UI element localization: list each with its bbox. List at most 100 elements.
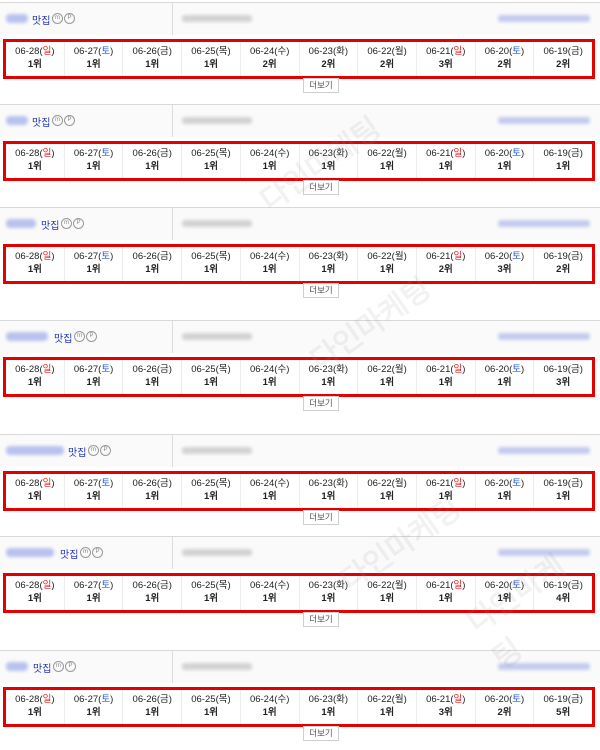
- date-value: 06-19: [543, 364, 568, 375]
- rank-cell: 06-24(수) 2위: [241, 42, 300, 76]
- rank-cell: 06-26(금) 1위: [123, 576, 183, 610]
- more-button[interactable]: 더보기: [303, 283, 339, 298]
- rank-value: 1위: [497, 491, 512, 502]
- rank-cell: 06-23(화) 1위: [300, 690, 359, 724]
- more-button[interactable]: 더보기: [303, 510, 339, 525]
- date-label: 06-19(금): [543, 251, 583, 262]
- blurred-link[interactable]: [498, 333, 590, 340]
- date-value: 06-25: [191, 148, 216, 159]
- keyword-label[interactable]: 맛집: [33, 660, 51, 675]
- date-value: 06-24: [249, 694, 275, 705]
- date-value: 06-23: [308, 251, 333, 262]
- weekday: 일: [42, 580, 52, 591]
- date-label: 06-23(화): [308, 478, 349, 489]
- weekday: 일: [42, 251, 52, 262]
- weekday: 수: [277, 694, 287, 705]
- rank-cell: 06-19(금) 5위: [534, 690, 592, 724]
- blurred-link[interactable]: [498, 15, 590, 22]
- rank-cell: 06-20(토) 1위: [476, 576, 535, 610]
- weekday: 일: [453, 580, 463, 591]
- blurred-link[interactable]: [498, 549, 590, 556]
- date-label: 06-20(토): [484, 251, 525, 262]
- rank-cell: 06-22(월) 1위: [358, 576, 417, 610]
- date-value: 06-26: [132, 148, 157, 159]
- weekday: 토: [512, 580, 521, 591]
- rank-cell: 06-19(금) 3위: [534, 360, 592, 394]
- blurred-link[interactable]: [498, 117, 590, 124]
- date-label: 06-26(금): [132, 364, 172, 375]
- blurred-link[interactable]: [498, 663, 590, 670]
- date-label: 06-25(목): [191, 251, 231, 262]
- more-button[interactable]: 더보기: [303, 612, 339, 627]
- weekday: 월: [394, 46, 404, 57]
- rank-value: 1위: [438, 593, 453, 604]
- place-header: 맛집 m P: [0, 434, 600, 467]
- weekday: 토: [512, 364, 521, 375]
- weekday: 화: [336, 694, 345, 705]
- weekday: 토: [101, 580, 111, 591]
- rank-cell: 06-24(수) 1위: [241, 144, 300, 178]
- weekday: 금: [570, 148, 580, 159]
- date-value: 06-22: [367, 580, 392, 591]
- rank-cell: 06-24(수) 1위: [241, 247, 300, 281]
- date-label: 06-28(일): [15, 364, 55, 375]
- weekday: 월: [394, 478, 404, 489]
- more-button[interactable]: 더보기: [303, 180, 339, 195]
- keyword-label[interactable]: 맛집: [54, 330, 72, 345]
- date-label: 06-26(금): [132, 478, 172, 489]
- rank-value: 1위: [321, 707, 336, 718]
- weekday: 금: [160, 364, 169, 375]
- rank-value: 1위: [86, 707, 101, 718]
- rank-cell: 06-21(일) 1위: [417, 144, 476, 178]
- date-label: 06-21(일): [426, 580, 466, 591]
- rank-value: 1위: [203, 593, 218, 604]
- blurred-link[interactable]: [498, 447, 590, 454]
- rank-cell: 06-21(일) 2위: [417, 247, 476, 281]
- weekday: 토: [101, 478, 111, 489]
- rank-value: 1위: [321, 161, 336, 172]
- date-value: 06-23: [308, 478, 333, 489]
- rank-value: 3위: [497, 264, 512, 275]
- date-value: 06-27: [73, 478, 99, 489]
- rank-value: 1위: [86, 593, 101, 604]
- keyword-label[interactable]: 맛집: [32, 12, 50, 27]
- more-button[interactable]: 더보기: [303, 78, 339, 93]
- blurred-address: [182, 333, 252, 340]
- date-label: 06-22(월): [367, 580, 407, 591]
- date-label: 06-19(금): [543, 148, 583, 159]
- rank-value: 1위: [145, 491, 160, 502]
- keyword-label[interactable]: 맛집: [41, 217, 59, 232]
- weekday: 금: [570, 694, 580, 705]
- keyword-label[interactable]: 맛집: [60, 546, 78, 561]
- weekday: 목: [218, 364, 228, 375]
- rank-cell: 06-20(토) 1위: [476, 144, 535, 178]
- date-value: 06-24: [249, 148, 275, 159]
- keyword-label[interactable]: 맛집: [32, 114, 50, 129]
- date-label: 06-24(수): [249, 251, 290, 262]
- more-button[interactable]: 더보기: [303, 396, 339, 411]
- rank-value: 1위: [203, 491, 218, 502]
- blurred-link[interactable]: [498, 220, 590, 227]
- rank-value: 1위: [262, 264, 277, 275]
- weekday: 일: [453, 251, 463, 262]
- date-label: 06-28(일): [15, 148, 55, 159]
- rank-cell: 06-26(금) 1위: [123, 360, 183, 394]
- rank-value: 1위: [145, 707, 160, 718]
- rank-cell: 06-23(화) 2위: [300, 42, 359, 76]
- rank-value: 2위: [438, 264, 453, 275]
- date-label: 06-28(일): [15, 580, 55, 591]
- weekday: 토: [512, 148, 521, 159]
- rank-history-box: 06-28(일) 1위 06-27(토) 1위 06-26(금) 1위 06-25(목) 1위…: [3, 141, 595, 181]
- date-label: 06-22(월): [367, 251, 407, 262]
- date-label: 06-19(금): [543, 364, 583, 375]
- keyword-label[interactable]: 맛집: [68, 444, 86, 459]
- more-button[interactable]: 더보기: [303, 726, 339, 741]
- weekday: 금: [570, 580, 580, 591]
- rank-cell: 06-28(일) 1위: [6, 247, 65, 281]
- date-value: 06-27: [73, 580, 99, 591]
- rank-cell: 06-24(수) 1위: [241, 474, 300, 508]
- rank-cell: 06-22(월) 1위: [358, 360, 417, 394]
- rank-value: 1위: [556, 491, 571, 502]
- date-value: 06-22: [367, 251, 392, 262]
- weekday: 일: [453, 148, 463, 159]
